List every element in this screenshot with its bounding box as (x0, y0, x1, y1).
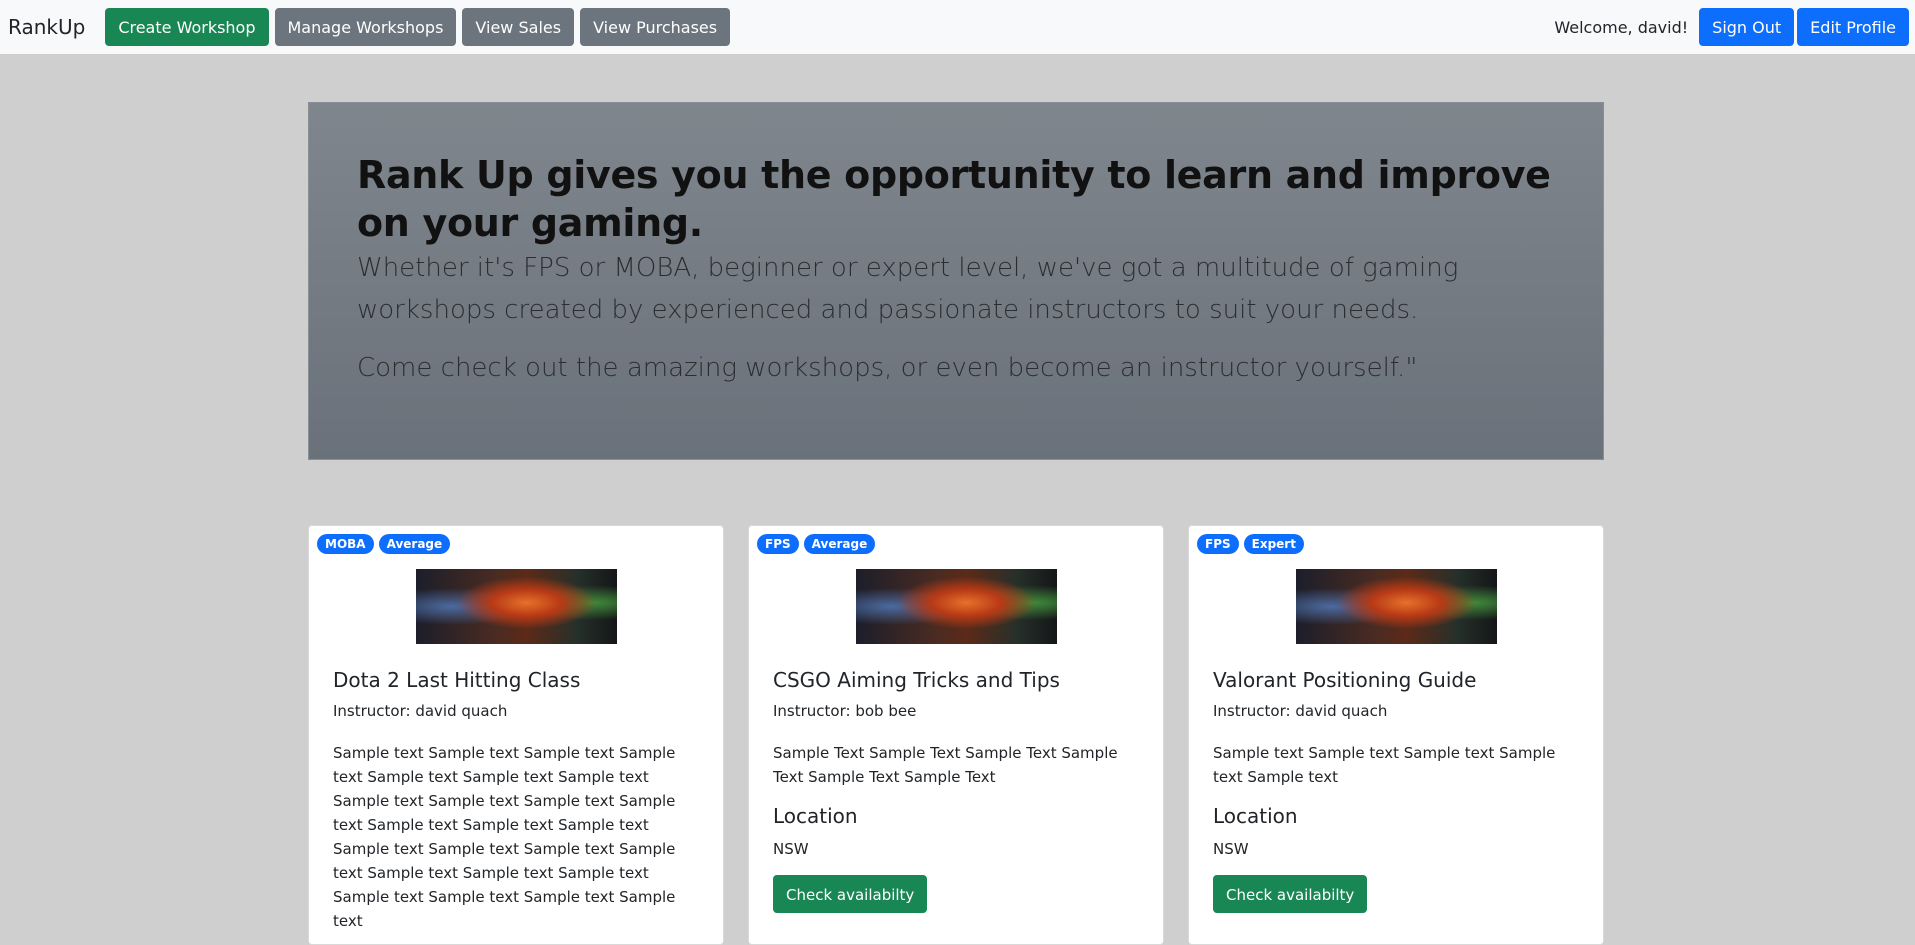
genre-badge: FPS (1197, 534, 1239, 554)
workshop-card: MOBA Average Dota 2 Last Hitting Class I… (308, 525, 724, 945)
card-title: CSGO Aiming Tricks and Tips (773, 668, 1060, 692)
card-description: Sample text Sample text Sample text Samp… (333, 744, 676, 930)
welcome-text: Welcome, david! (1554, 17, 1689, 37)
manage-workshops-button[interactable]: Manage Workshops (274, 8, 457, 46)
level-badge: Average (378, 534, 451, 554)
card-instructor: Instructor: david quach (1213, 702, 1388, 720)
brand-logo[interactable]: RankUp (8, 15, 85, 39)
card-instructor: Instructor: david quach (333, 702, 508, 720)
workshop-thumbnail (1296, 569, 1497, 644)
card-instructor: Instructor: bob bee (773, 702, 917, 720)
card-title: Valorant Positioning Guide (1213, 668, 1477, 692)
hero-lead: Whether it's FPS or MOBA, beginner or ex… (357, 253, 1459, 325)
genre-badge: FPS (757, 534, 799, 554)
level-badge: Average (803, 534, 876, 554)
workshop-thumbnail (416, 569, 617, 644)
hero-banner: Rank Up gives you the opportunity to lea… (308, 102, 1604, 460)
card-title: Dota 2 Last Hitting Class (333, 668, 581, 692)
workshop-card: FPS Expert Valorant Positioning Guide In… (1188, 525, 1604, 945)
check-availability-button[interactable]: Check availabilty (773, 875, 928, 913)
card-badges: FPS Expert (1197, 534, 1309, 554)
workshop-card: FPS Average CSGO Aiming Tricks and Tips … (748, 525, 1164, 945)
card-badges: MOBA Average (317, 534, 455, 554)
check-availability-button[interactable]: Check availabilty (1213, 875, 1368, 913)
view-sales-button[interactable]: View Sales (462, 8, 575, 46)
location-value: NSW (1213, 840, 1249, 858)
create-workshop-button[interactable]: Create Workshop (105, 8, 269, 46)
workshop-thumbnail (856, 569, 1057, 644)
card-badges: FPS Average (757, 534, 880, 554)
top-navbar: RankUp Create Workshop Manage Workshops … (0, 0, 1915, 54)
card-description: Sample text Sample text Sample text Samp… (1213, 744, 1556, 786)
sign-out-button[interactable]: Sign Out (1699, 8, 1795, 46)
card-description: Sample Text Sample Text Sample Text Samp… (773, 744, 1118, 786)
hero-heading: Rank Up gives you the opportunity to lea… (357, 153, 1551, 245)
edit-profile-button[interactable]: Edit Profile (1797, 8, 1909, 46)
user-menu: Welcome, david! Sign Out Edit Profile (1554, 8, 1909, 46)
view-purchases-button[interactable]: View Purchases (580, 8, 731, 46)
location-heading: Location (1213, 804, 1298, 828)
genre-badge: MOBA (317, 534, 374, 554)
hero-lead-secondary: Come check out the amazing workshops, or… (357, 353, 1418, 383)
location-heading: Location (773, 804, 858, 828)
level-badge: Expert (1243, 534, 1304, 554)
location-value: NSW (773, 840, 809, 858)
